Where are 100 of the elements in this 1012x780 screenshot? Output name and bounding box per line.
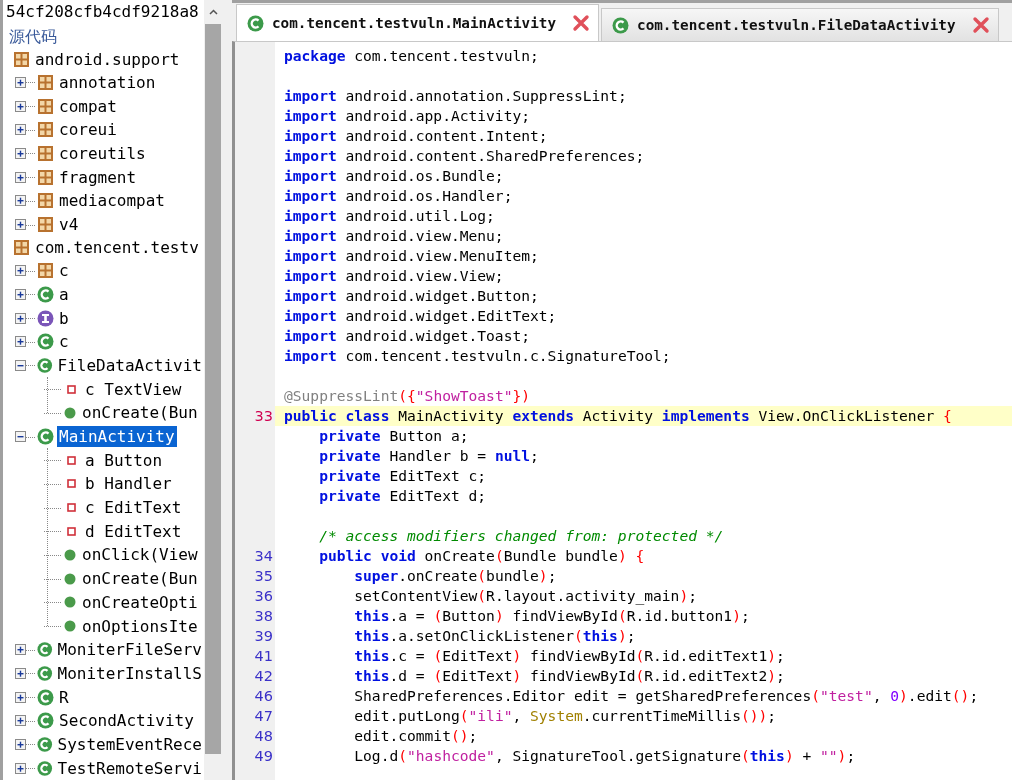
expand-toggle[interactable]	[15, 219, 26, 230]
tree-item[interactable]: onClick(View	[80, 544, 200, 566]
tree-item[interactable]: SystemEventRece	[55, 733, 204, 755]
close-icon[interactable]	[971, 16, 990, 34]
expand-toggle[interactable]	[15, 76, 26, 88]
code-line: edit.putLong("ili", System.currentTimeMillis());	[353, 706, 778, 726]
tree-item[interactable]: MoniterInstallS	[55, 662, 204, 684]
code-line: import android.widget.Button;	[283, 286, 540, 306]
expand-toggle[interactable]	[15, 288, 26, 300]
code-line: public void onCreate(Bundle bundle) {	[318, 546, 646, 566]
editor-tab[interactable]: com.tencent.testvuln.MainActivity	[236, 4, 600, 41]
expand-toggle[interactable]	[15, 265, 26, 277]
tree-item[interactable]: b Handler	[83, 473, 174, 495]
field-icon	[67, 455, 76, 465]
class-icon	[247, 14, 264, 32]
expand-toggle[interactable]	[15, 147, 26, 159]
expand-toggle[interactable]	[15, 715, 26, 727]
code-line: import android.annotation.SuppressLint;	[283, 86, 628, 106]
package-icon	[37, 144, 54, 162]
line-number: 36	[253, 587, 274, 606]
tree-item[interactable]: onOptionsIte	[80, 615, 200, 637]
package-icon	[37, 121, 54, 139]
tree-item[interactable]: TestRemoteServi	[55, 757, 204, 779]
code-line: import com.tencent.testvuln.c.SignatureTool;	[283, 346, 672, 366]
class-icon	[37, 428, 54, 446]
package-icon	[13, 50, 30, 68]
code-line: import android.app.Activity;	[283, 106, 531, 126]
tree-item[interactable]: a Button	[83, 449, 165, 471]
tree-item[interactable]: v4	[57, 214, 81, 235]
code-line: private EditText c;	[318, 466, 488, 486]
class-icon	[37, 285, 54, 303]
tree-item[interactable]: d EditText	[83, 520, 184, 542]
code-line: import android.content.Intent;	[283, 126, 549, 146]
code-line: import android.widget.EditText;	[283, 306, 558, 326]
code-line: import android.view.MenuItem;	[283, 246, 540, 266]
tree-item[interactable]: c EditText	[83, 497, 184, 519]
line-number: 48	[253, 727, 274, 746]
class-icon	[37, 759, 53, 777]
tree-item[interactable]: annotation	[57, 71, 158, 93]
scrollbar-thumb[interactable]	[205, 24, 221, 754]
tree-item[interactable]: onCreateOpti	[80, 591, 200, 613]
class-icon	[37, 356, 53, 374]
editor-tab[interactable]: com.tencent.testvuln.FileDataActivity	[601, 8, 999, 41]
scrollbar[interactable]	[204, 0, 222, 780]
tree-item[interactable]: R	[57, 686, 71, 708]
tree-item[interactable]: onCreate(Bun	[80, 568, 200, 590]
tree-item[interactable]: fragment	[57, 166, 139, 188]
field-icon	[67, 384, 76, 394]
code-line: import android.widget.Toast;	[283, 326, 531, 346]
expand-toggle[interactable]	[15, 762, 26, 774]
method-icon	[64, 620, 76, 633]
line-number: 47	[253, 707, 274, 726]
tree-item[interactable]: MoniterFileServ	[55, 639, 204, 661]
tree-item[interactable]: mediacompat	[57, 190, 167, 212]
line-number: 34	[253, 547, 274, 566]
tree-item[interactable]: FileDataActivit	[55, 354, 204, 376]
package-icon	[37, 73, 54, 91]
expand-toggle[interactable]	[15, 100, 26, 112]
close-icon[interactable]	[572, 14, 591, 32]
tree-item[interactable]: c TextView	[83, 378, 184, 400]
package-icon	[37, 97, 54, 115]
method-icon	[64, 406, 76, 419]
field-icon	[67, 503, 76, 513]
code-line: super.onCreate(bundle);	[353, 566, 558, 586]
tree-item[interactable]: android.support	[33, 48, 182, 70]
code-line: import android.os.Bundle;	[283, 166, 505, 186]
tree-item[interactable]: SecondActivity	[57, 710, 196, 732]
tree-item[interactable]: c	[57, 260, 71, 282]
expand-toggle[interactable]	[15, 431, 26, 443]
code-line: import android.view.View;	[283, 266, 505, 286]
expand-toggle[interactable]	[15, 691, 26, 703]
caret-icon	[208, 9, 218, 15]
expand-toggle[interactable]	[15, 667, 26, 679]
tree-item[interactable]: c	[57, 331, 71, 353]
method-icon	[64, 596, 76, 609]
expand-toggle[interactable]	[15, 171, 26, 183]
tree-item[interactable]: com.tencent.testv	[33, 237, 201, 259]
code-line: @SuppressLint({"ShowToast"})	[283, 386, 532, 406]
tree-item[interactable]: b	[57, 307, 71, 329]
expand-toggle[interactable]	[15, 738, 26, 750]
tree-root[interactable]: 源代码	[3, 24, 57, 48]
tree-item[interactable]: coreui	[57, 119, 119, 141]
expand-toggle[interactable]	[15, 312, 26, 324]
expand-toggle[interactable]	[15, 336, 26, 348]
class-icon	[612, 16, 630, 34]
code-line: this.a.setOnClickListener(this);	[353, 626, 637, 646]
tree-item[interactable]: a	[57, 283, 71, 305]
tree-item[interactable]: onCreate(Bun	[80, 402, 200, 424]
expand-toggle[interactable]	[15, 359, 26, 371]
line-number: 39	[253, 627, 274, 646]
class-icon	[37, 664, 53, 682]
tree-item[interactable]: coreutils	[57, 142, 148, 164]
method-icon	[64, 548, 76, 561]
tree-item[interactable]: MainActivity	[57, 426, 177, 448]
expand-toggle[interactable]	[15, 644, 26, 656]
expand-toggle[interactable]	[15, 195, 26, 207]
code-line: private Button a;	[318, 426, 470, 446]
tree-item[interactable]: compat	[57, 95, 119, 117]
code-line: private EditText d;	[318, 486, 488, 506]
expand-toggle[interactable]	[15, 124, 26, 136]
